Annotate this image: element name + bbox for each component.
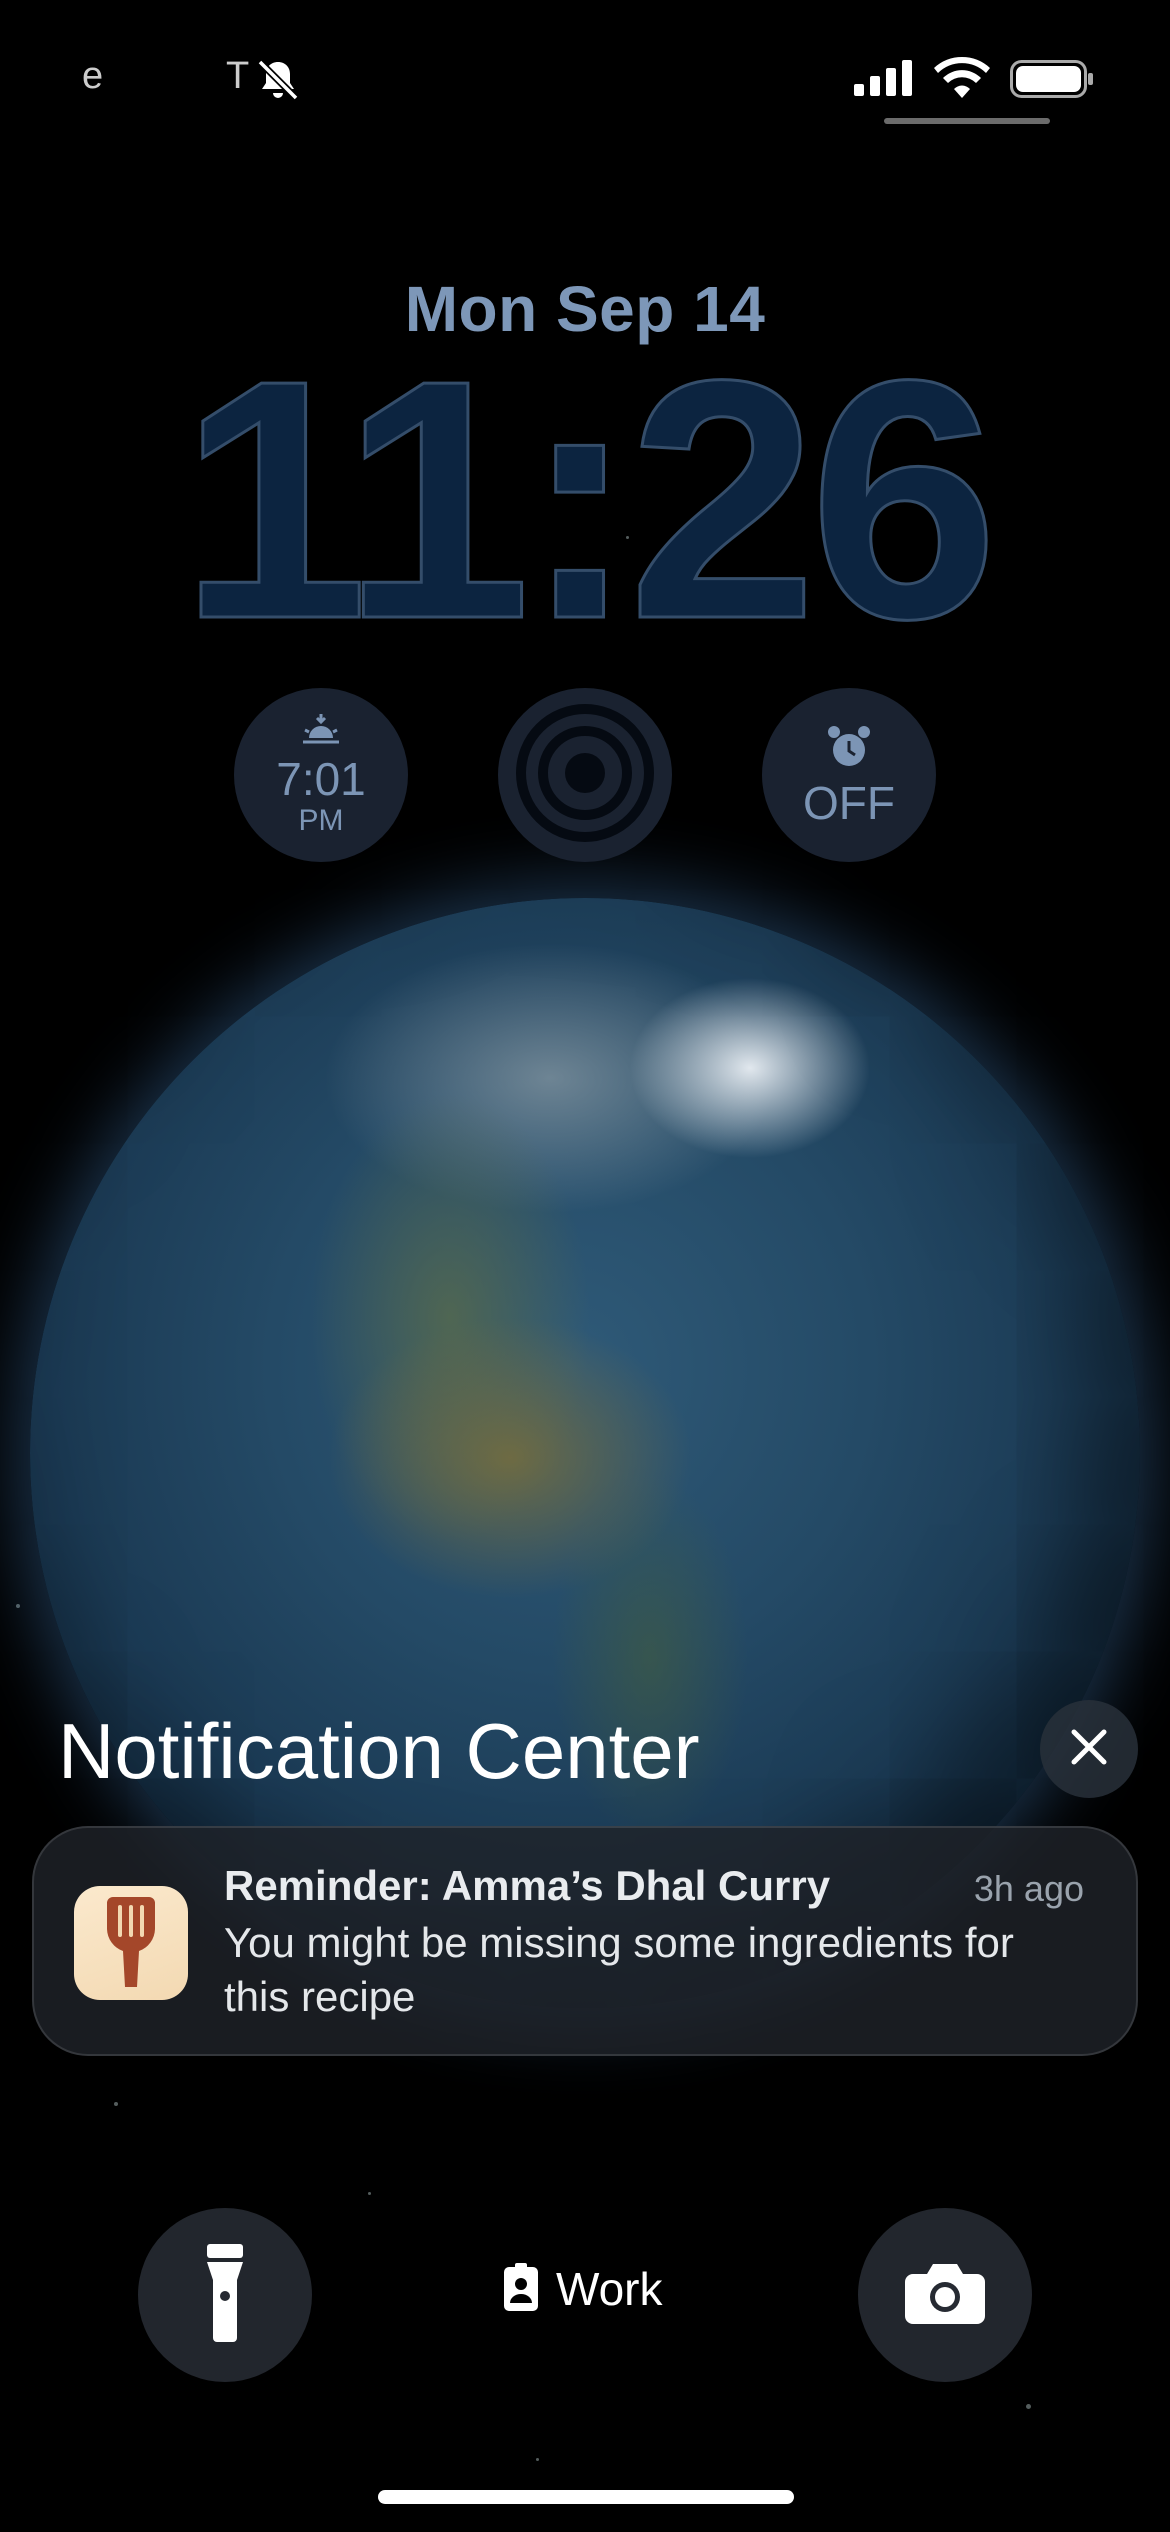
app-icon (74, 1886, 188, 2000)
star (536, 2458, 539, 2461)
status-bar: e T (0, 0, 1170, 150)
ring-widget[interactable] (498, 688, 672, 862)
battery-icon (1010, 60, 1094, 103)
flashlight-button[interactable] (138, 2208, 312, 2382)
home-indicator[interactable] (378, 2490, 794, 2504)
notification-title: Reminder: Amma’s Dhal Curry (224, 1862, 831, 1909)
close-icon (1070, 1728, 1108, 1771)
sunset-icon (301, 712, 341, 751)
notification-center-title: Notification Center (58, 1707, 700, 1795)
star (114, 2102, 118, 2106)
focus-mode-label: Work (556, 2263, 663, 2315)
camera-icon (905, 2262, 985, 2329)
clear-notifications-button[interactable] (1040, 1700, 1138, 1798)
star (16, 1604, 20, 1608)
lock-time: 11:26 (178, 310, 1000, 690)
alarm-status: OFF (803, 776, 895, 829)
star (1026, 2404, 1031, 2409)
lock-screen: e T Mon Sep 14 11:26 7:01 PM OFF Notific… (0, 0, 1170, 2532)
star (368, 2192, 371, 2195)
sunset-period: PM (298, 803, 344, 837)
flashlight-icon (205, 2243, 245, 2347)
spatula-icon (101, 1893, 161, 1994)
notification-card[interactable]: Reminder: Amma’s Dhal Curry 3h ago You m… (32, 1826, 1138, 2056)
camera-button[interactable] (858, 2208, 1032, 2382)
status-indicator-line (884, 118, 1050, 124)
alarm-clock-icon (826, 724, 872, 775)
carrier-text: e (82, 55, 104, 97)
ring-icon (510, 698, 660, 853)
cellular-signal-icon (854, 60, 914, 101)
alarm-widget[interactable]: OFF (762, 688, 936, 862)
focus-mode-indicator[interactable]: Work (504, 2262, 663, 2316)
id-badge-icon (504, 2262, 538, 2316)
bell-slash-icon (254, 56, 302, 109)
notification-time: 3h ago (973, 1868, 1084, 1909)
carrier-text-secondary: T (226, 55, 250, 97)
wifi-icon (934, 56, 990, 103)
notification-body: You might be missing some ingredients fo… (224, 1919, 1014, 2020)
sunset-widget[interactable]: 7:01 PM (234, 688, 408, 862)
sunset-time: 7:01 (276, 752, 366, 805)
